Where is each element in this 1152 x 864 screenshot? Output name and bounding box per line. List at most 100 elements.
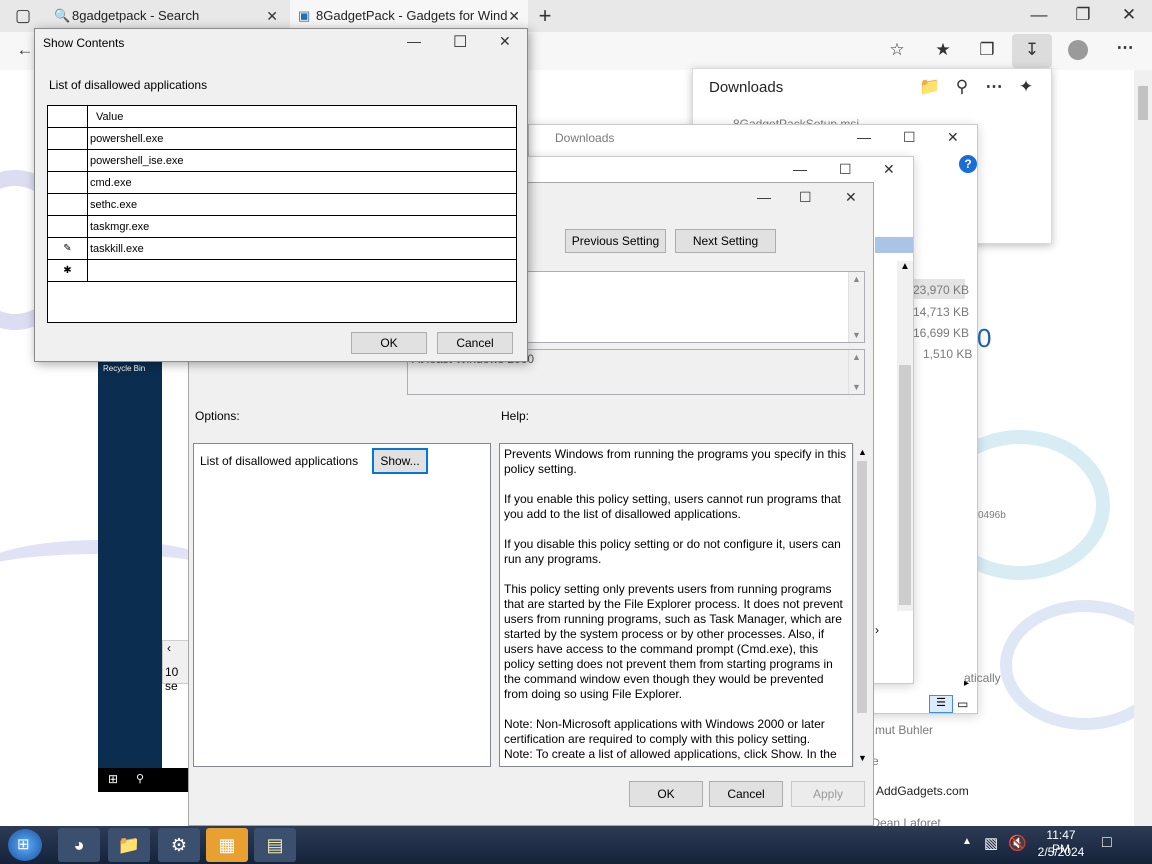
value-cell[interactable]: cmd.exe	[90, 172, 132, 194]
preview-view-icon[interactable]: ▭	[957, 697, 968, 711]
maximize-icon[interactable]: ☐	[903, 129, 916, 146]
box-scrollbar[interactable]: ▲ ▼	[848, 350, 864, 394]
downloads-button[interactable]: ↧	[1012, 34, 1052, 68]
help-icon[interactable]: ?	[959, 155, 977, 173]
help-paragraph: Prevents Windows from running the progra…	[504, 447, 847, 476]
close-icon[interactable]: ✕	[1114, 5, 1144, 25]
next-setting-button[interactable]: Next Setting	[675, 229, 776, 253]
pin-icon[interactable]: ✦	[1011, 77, 1041, 97]
collections-icon[interactable]: ❐	[972, 40, 1002, 60]
search-icon[interactable]: ⚲	[947, 77, 977, 97]
scroll-up-icon[interactable]: ▲	[852, 352, 861, 362]
explorer-taskbar-icon[interactable]: 📁	[108, 828, 150, 862]
scroll-left-icon[interactable]: ‹	[167, 641, 171, 655]
scroll-down-icon[interactable]: ▼	[852, 382, 861, 392]
cancel-button[interactable]: Cancel	[709, 781, 783, 807]
minimize-icon[interactable]: —	[793, 161, 807, 177]
close-icon[interactable]: ✕	[947, 129, 959, 146]
tab-label: 8GadgetPack - Gadgets for Wind	[316, 8, 508, 23]
row-header[interactable]	[48, 150, 88, 172]
more-icon[interactable]: ⋯	[979, 77, 1009, 97]
cancel-button[interactable]: Cancel	[437, 332, 513, 354]
ok-button[interactable]: OK	[351, 332, 427, 354]
table-row[interactable]: cmd.exe	[48, 172, 516, 194]
scrollbar-thumb[interactable]	[1138, 86, 1148, 120]
settings-taskbar-icon[interactable]: ⚙	[158, 828, 200, 862]
scroll-down-icon[interactable]: ▼	[852, 330, 861, 340]
minimize-icon[interactable]: —	[1024, 5, 1054, 25]
vm-taskbar: ⊞ ⚲	[98, 768, 188, 792]
volume-muted-icon[interactable]: 🔇	[1008, 834, 1027, 852]
scroll-up-icon[interactable]: ▲	[858, 447, 867, 457]
download-icon: ↧	[1024, 40, 1040, 59]
scroll-right-icon[interactable]: ›	[875, 623, 879, 637]
minimize-icon[interactable]: —	[857, 129, 871, 145]
maximize-icon[interactable]: ☐	[799, 189, 812, 206]
start-button[interactable]: ⊞	[8, 829, 42, 861]
network-icon[interactable]: ▧	[984, 834, 998, 852]
page-scrollbar[interactable]	[1134, 70, 1152, 826]
row-header[interactable]	[48, 172, 88, 194]
avatar[interactable]	[1068, 40, 1088, 60]
folder-icon[interactable]: 📁	[915, 77, 945, 97]
value-cell[interactable]: taskmgr.exe	[90, 216, 149, 238]
windows-icon: ⊞	[108, 772, 119, 786]
scroll-down-icon[interactable]: ▼	[858, 753, 867, 763]
show-button[interactable]: Show...	[372, 448, 428, 474]
show-contents-dialog: Show Contents — ☐ ✕ List of disallowed a…	[34, 28, 528, 362]
scrollbar-thumb[interactable]	[899, 365, 911, 605]
scroll-up-icon[interactable]: ▲	[852, 274, 861, 284]
minimize-icon[interactable]: —	[757, 189, 771, 205]
previous-setting-button[interactable]: Previous Setting	[565, 229, 666, 253]
notepad-taskbar-icon[interactable]: ▤	[254, 828, 296, 862]
text-fragment: atically	[964, 671, 1001, 685]
windows-icon: ⊞	[17, 836, 30, 853]
tab-actions-icon[interactable]: ▢	[8, 6, 38, 26]
show-hidden-icons-icon[interactable]: ▲	[962, 836, 972, 847]
row-header[interactable]	[48, 194, 88, 216]
minimize-icon[interactable]: —	[407, 33, 421, 49]
new-row[interactable]: ✱	[48, 260, 516, 282]
add-favorite-icon[interactable]: ☆	[882, 40, 912, 60]
edit-pencil-icon[interactable]: ✎	[48, 238, 88, 260]
details-view-icon[interactable]: ☰	[929, 695, 953, 713]
favorites-icon[interactable]: ★	[928, 40, 958, 60]
maximize-icon[interactable]: ☐	[839, 161, 852, 178]
restore-icon[interactable]: ❐	[1068, 5, 1098, 25]
help-paragraph: Note: Non-Microsoft applications with Wi…	[504, 717, 837, 761]
clock-date[interactable]: 2/5/2024	[1036, 845, 1086, 859]
apply-button[interactable]: Apply	[791, 781, 865, 807]
maximize-icon[interactable]: ☐	[453, 32, 467, 52]
value-cell[interactable]: powershell.exe	[90, 128, 163, 150]
close-icon[interactable]: ✕	[499, 33, 511, 50]
help-paragraph: If you enable this policy setting, users…	[504, 492, 841, 521]
left-pane-fragment: ‹ 10 se	[162, 640, 190, 693]
table-row[interactable]: sethc.exe	[48, 194, 516, 216]
addgadgets-link[interactable]: AddGadgets.com	[876, 784, 969, 798]
new-tab-icon[interactable]: +	[530, 3, 560, 29]
ok-button[interactable]: OK	[629, 781, 703, 807]
scroll-right-icon[interactable]: ▸	[964, 678, 969, 689]
value-cell[interactable]: powershell_ise.exe	[90, 150, 184, 172]
textarea-scrollbar[interactable]: ▲ ▼	[848, 272, 864, 342]
help-scrollbar[interactable]: ▲ ▼	[853, 443, 869, 767]
window-scrollbar[interactable]: ▲	[897, 261, 913, 611]
gpedit-taskbar-icon[interactable]: ▦	[206, 828, 248, 862]
scrollbar-thumb[interactable]	[857, 461, 867, 713]
table-row[interactable]: powershell_ise.exe	[48, 150, 516, 172]
value-cell[interactable]: taskkill.exe	[90, 238, 144, 260]
edge-taskbar-icon[interactable]: ◕	[58, 828, 100, 862]
scroll-up-icon[interactable]: ▲	[900, 261, 910, 272]
new-row-asterisk-icon[interactable]: ✱	[48, 260, 88, 282]
more-icon[interactable]: ⋯	[1110, 38, 1140, 58]
table-row[interactable]: taskmgr.exe	[48, 216, 516, 238]
table-row[interactable]: powershell.exe	[48, 128, 516, 150]
table-row[interactable]: ✎ taskkill.exe	[48, 238, 516, 260]
close-icon[interactable]: ✕	[883, 161, 895, 178]
row-header[interactable]	[48, 216, 88, 238]
close-icon[interactable]: ✕	[845, 189, 857, 206]
notification-icon[interactable]: □	[1102, 834, 1112, 852]
tab-label: 8gadgetpack - Search	[72, 8, 200, 23]
row-header[interactable]	[48, 128, 88, 150]
value-cell[interactable]: sethc.exe	[90, 194, 137, 216]
